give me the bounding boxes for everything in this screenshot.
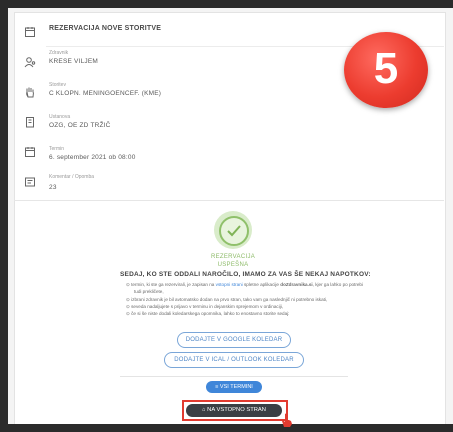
add-ical-outlook-button[interactable]: DODAJTE V ICAL / OUTLOOK KOLEDAR <box>164 352 304 368</box>
doctor-icon <box>24 56 36 68</box>
tip-1-cont: tudi prekličete, <box>134 289 164 294</box>
top-edge <box>0 0 453 8</box>
calendar-icon <box>24 146 36 158</box>
bottom-edge <box>0 424 453 432</box>
building-icon <box>24 116 36 128</box>
institution-label: Ustanova <box>49 114 71 120</box>
calendar-header-icon <box>24 26 36 38</box>
all-appointments-button[interactable]: ≡ VSI TERMINI <box>206 381 262 393</box>
buttons-divider <box>120 376 348 377</box>
institution-value: OZG, OE ZD TRŽIČ <box>49 122 111 129</box>
tip-2: ⊙ izbrani zdravnik je bil avtomatsko dod… <box>126 297 328 302</box>
left-edge <box>0 0 8 432</box>
section-divider <box>14 200 444 201</box>
home-page-button[interactable]: ⌂ NA VSTOPNO STRAN <box>186 404 282 417</box>
appointment-label: Termin <box>49 146 65 152</box>
success-check-icon <box>214 211 252 249</box>
tip-4: ⊙ če si še niste dodali koledarskega opo… <box>126 311 290 316</box>
service-label: Storitev <box>49 82 66 88</box>
comment-label: Komentar / Opomba <box>49 174 95 180</box>
tip-3: ⊙ seveda nadaljujete s prijavo v terminu… <box>126 304 284 309</box>
step-number-badge: 5 <box>344 32 428 108</box>
tips-title: SEDAJ, KO STE ODDALI NAROČILO, IMAMO ZA … <box>120 271 371 278</box>
page-title: REZERVACIJA NOVE STORITVE <box>49 25 162 32</box>
sidebar <box>14 12 46 200</box>
service-hand-icon <box>24 86 36 98</box>
success-text-line2: USPEŠNA <box>217 262 249 268</box>
success-text-line1: REZERVACIJA <box>210 254 256 260</box>
home-page-link[interactable]: vstopni strani <box>216 282 243 287</box>
add-google-calendar-button[interactable]: DODAJTE V GOOGLE KOLEDAR <box>177 332 291 348</box>
service-value: C KLOPN. MENINGOENCEF. (KME) <box>49 90 162 97</box>
doctor-value: KRESE VILJEM <box>49 58 98 65</box>
hand-cursor-icon <box>282 413 292 427</box>
tip-1: ⊙ termin, ki ste ga rezervirali, je zapi… <box>126 282 363 287</box>
doctor-label: Zdravnik <box>49 50 69 56</box>
comment-value: 23 <box>49 184 57 191</box>
step-number: 5 <box>373 44 399 93</box>
comment-icon <box>24 176 36 188</box>
appointment-value: 6. september 2021 ob 08:00 <box>49 154 136 161</box>
